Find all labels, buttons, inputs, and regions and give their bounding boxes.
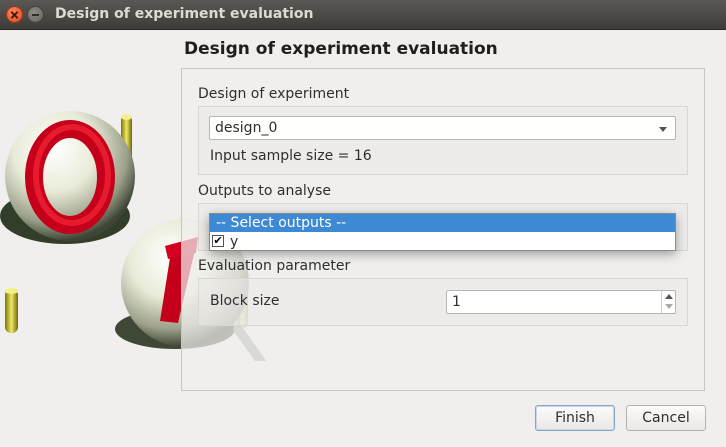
chevron-down-icon [659, 127, 667, 132]
design-select-value: design_0 [215, 120, 278, 136]
block-size-value: 1 [452, 294, 461, 310]
block-size-spinbox[interactable]: 1 [446, 290, 676, 314]
page-title: Design of experiment evaluation [184, 39, 498, 59]
finish-button[interactable]: Finish [535, 405, 615, 431]
output-y-label: y [230, 234, 239, 250]
title-bar: Design of experiment evaluation [0, 0, 726, 30]
spin-down-icon[interactable] [665, 304, 673, 309]
cancel-button[interactable]: Cancel [626, 405, 706, 431]
output-y-checkbox[interactable]: ✔ [212, 235, 224, 247]
eval-section-label: Evaluation parameter [198, 258, 351, 274]
block-size-label: Block size [210, 293, 280, 309]
minimize-icon[interactable] [27, 6, 44, 23]
select-outputs-option[interactable]: -- Select outputs -- [210, 214, 675, 232]
spin-up-icon[interactable] [665, 294, 673, 299]
close-icon[interactable] [6, 6, 23, 23]
doe-section-label: Design of experiment [198, 86, 350, 102]
spin-buttons [661, 291, 675, 313]
outputs-dropdown[interactable]: -- Select outputs -- ✔ y [209, 213, 676, 251]
design-select[interactable]: design_0 [209, 116, 676, 140]
window-title: Design of experiment evaluation [55, 6, 314, 22]
sample-size-text: Input sample size = 16 [210, 148, 372, 164]
output-option-y[interactable]: ✔ y [210, 233, 675, 251]
outputs-section-label: Outputs to analyse [198, 183, 331, 199]
